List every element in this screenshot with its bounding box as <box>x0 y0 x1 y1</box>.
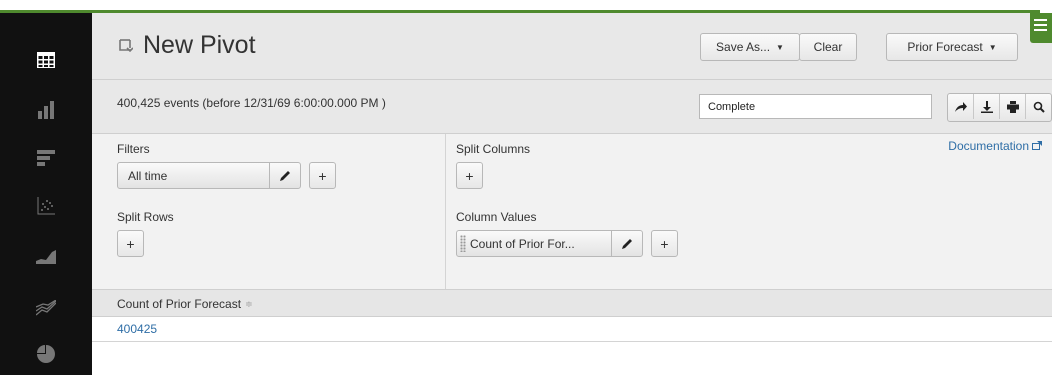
job-status-field: Complete <box>699 94 932 119</box>
save-as-label: Save As... <box>716 40 771 54</box>
print-icon[interactable] <box>1000 94 1026 119</box>
scatter-icon[interactable] <box>33 193 59 219</box>
dataset-button[interactable]: Prior Forecast ▼ <box>886 33 1018 61</box>
bar-chart-icon[interactable] <box>33 97 59 123</box>
divider <box>445 134 446 289</box>
documentation-link[interactable]: Documentation <box>948 139 1042 153</box>
filter-all-time[interactable]: All time <box>117 162 301 189</box>
table-header: Count of Prior Forecast ≑ <box>92 290 1052 317</box>
pivot-config: Filters All time + Split Rows + Split Co… <box>92 134 1052 290</box>
split-columns-label: Split Columns <box>456 142 531 156</box>
pivot-header: New Pivot Save As... ▼ Clear Prior Forec… <box>92 13 1052 80</box>
column-value-label: Count of Prior For... <box>470 236 575 251</box>
chevron-down-icon: ▼ <box>776 42 784 52</box>
main-panel: New Pivot Save As... ▼ Clear Prior Forec… <box>92 13 1052 375</box>
table-icon[interactable] <box>33 47 59 73</box>
job-actions <box>947 93 1052 122</box>
visualization-sidebar <box>0 13 92 375</box>
share-icon[interactable] <box>948 94 974 119</box>
horizontal-bar-icon[interactable] <box>33 145 59 171</box>
add-split-row-button[interactable]: + <box>117 230 144 257</box>
area-chart-icon[interactable] <box>33 243 59 269</box>
dataset-label: Prior Forecast <box>907 40 983 54</box>
clear-button[interactable]: Clear <box>799 33 857 61</box>
inspect-icon[interactable] <box>1026 94 1051 119</box>
pie-chart-icon[interactable] <box>33 341 59 367</box>
documentation-label: Documentation <box>948 139 1029 153</box>
menu-icon[interactable] <box>1030 13 1052 43</box>
split-rows-label: Split Rows <box>117 210 174 224</box>
chevron-down-icon: ▼ <box>988 42 997 52</box>
add-column-value-button[interactable]: + <box>651 230 678 257</box>
edit-icon[interactable] <box>269 163 300 188</box>
line-chart-icon[interactable] <box>33 295 59 321</box>
page-title: New Pivot <box>143 31 256 59</box>
table-cell[interactable]: 400425 <box>117 322 157 336</box>
column-value-count[interactable]: Count of Prior For... <box>456 230 643 257</box>
add-split-column-button[interactable]: + <box>456 162 483 189</box>
info-bar: 400,425 events (before 12/31/69 6:00:00.… <box>92 80 1052 134</box>
table-row: 400425 <box>92 317 1052 342</box>
external-link-icon <box>1032 139 1042 153</box>
edit-icon[interactable] <box>611 231 642 256</box>
filters-label: Filters <box>117 142 150 156</box>
column-header-label: Count of Prior Forecast <box>117 297 242 311</box>
event-count: 400,425 events (before 12/31/69 6:00:00.… <box>117 96 386 110</box>
clear-label: Clear <box>813 40 843 54</box>
pivot-icon <box>117 37 134 55</box>
save-as-button[interactable]: Save As... ▼ <box>700 33 800 61</box>
sort-icon[interactable]: ≑ <box>245 299 253 310</box>
export-icon[interactable] <box>974 94 1000 119</box>
filter-value: All time <box>128 168 168 183</box>
column-values-label: Column Values <box>456 210 537 224</box>
column-header[interactable]: Count of Prior Forecast ≑ <box>117 297 253 311</box>
title-wrap: New Pivot <box>117 31 256 60</box>
drag-handle-icon[interactable] <box>460 235 466 252</box>
add-filter-button[interactable]: + <box>309 162 336 189</box>
